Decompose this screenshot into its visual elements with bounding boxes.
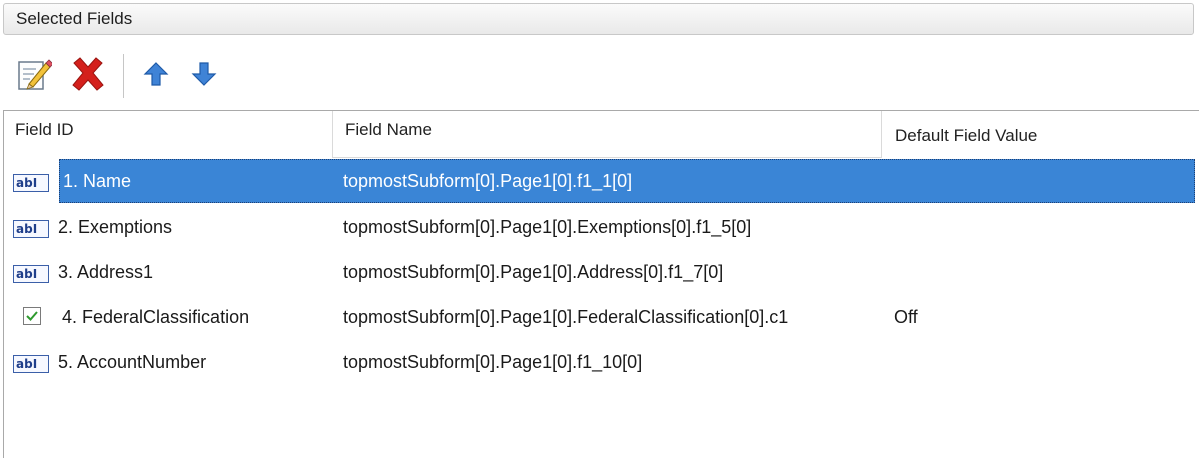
text-field-icon: abI — [13, 171, 51, 192]
checkbox-icon — [13, 307, 51, 327]
table-row[interactable]: abI 1. Name topmostSubform[0].Page1[0].f… — [4, 159, 1199, 203]
text-field-icon: abI — [13, 352, 51, 373]
field-name-cell: topmostSubform[0].Page1[0].Address[0].f1… — [343, 262, 724, 282]
table-row[interactable]: abI 3. Address1 topmostSubform[0].Page1[… — [4, 250, 1199, 294]
selected-fields-header: Selected Fields — [3, 3, 1194, 35]
field-id-cell: 3. Address1 — [58, 262, 154, 282]
field-name-cell: topmostSubform[0].Page1[0].FederalClassi… — [343, 307, 789, 327]
field-name-cell: topmostSubform[0].Page1[0].f1_10[0] — [343, 352, 643, 372]
edit-icon — [16, 56, 54, 97]
field-id-cell: 4. FederalClassification — [62, 307, 250, 327]
move-down-button[interactable] — [182, 50, 226, 102]
text-field-icon: abI — [13, 262, 51, 283]
toolbar — [12, 50, 312, 102]
field-name-cell: topmostSubform[0].Page1[0].Exemptions[0]… — [343, 217, 752, 237]
field-name-cell: topmostSubform[0].Page1[0].f1_1[0] — [343, 171, 633, 191]
delete-button[interactable] — [66, 50, 110, 102]
table-row[interactable]: abI 5. AccountNumber topmostSubform[0].P… — [4, 340, 1199, 384]
arrow-up-icon — [142, 60, 170, 93]
field-id-cell: 1. Name — [63, 171, 132, 191]
edit-button[interactable] — [12, 50, 56, 102]
field-id-cell: 2. Exemptions — [58, 217, 173, 237]
field-id-cell: 5. AccountNumber — [58, 352, 207, 372]
move-up-button[interactable] — [134, 50, 178, 102]
text-field-icon: abI — [13, 217, 51, 238]
field-value-cell: Off — [894, 307, 918, 327]
table-row[interactable]: abI 2. Exemptions topmostSubform[0].Page… — [4, 205, 1199, 249]
column-header-field-id[interactable]: Field ID — [4, 111, 332, 158]
delete-icon — [68, 54, 108, 99]
arrow-down-icon — [190, 60, 218, 93]
toolbar-separator — [123, 54, 124, 98]
fields-grid: Field ID Field Name Default Field Value … — [3, 110, 1199, 458]
column-header-default-value[interactable]: Default Field Value — [881, 111, 1199, 158]
column-header-field-name[interactable]: Field Name — [332, 111, 881, 158]
table-row[interactable]: 4. FederalClassification topmostSubform[… — [4, 295, 1199, 339]
